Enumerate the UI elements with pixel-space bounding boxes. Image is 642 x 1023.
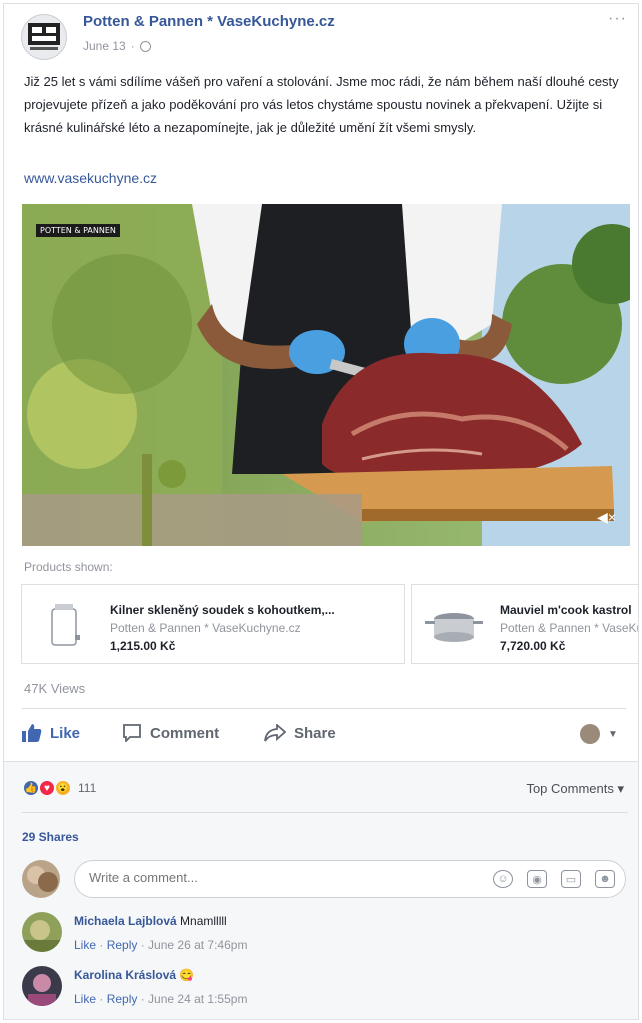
comment-time[interactable]: June 26 at 7:46pm [148, 938, 247, 952]
speaker-muted-icon[interactable]: ◀× [597, 509, 616, 526]
comment-like-link[interactable]: Like [74, 992, 96, 1006]
avatar [22, 860, 60, 898]
video-badge: POTTEN & PANNEN [36, 224, 120, 237]
comment-meta: Like · Reply · June 24 at 1:55pm [74, 992, 247, 1006]
commenter-name[interactable]: Michaela Lajblová Mnamlllll [74, 914, 227, 928]
comment-text: Mnamlllll [180, 914, 227, 928]
product-price: 7,720.00 Kč [500, 639, 566, 653]
reaction-count: 111 [78, 781, 97, 795]
comment-time[interactable]: June 24 at 1:55pm [148, 992, 247, 1006]
post-text: Již 25 let s vámi sdílíme vášeň pro vaře… [24, 74, 619, 135]
post-date[interactable]: June 13 [83, 39, 126, 53]
video-frame [22, 204, 630, 546]
more-options-icon[interactable]: ··· [608, 10, 627, 28]
meta-sep: · [96, 938, 107, 952]
product-seller: Potten & Pannen * VaseKuchyne.cz [500, 621, 638, 635]
comments-section: 👍 ♥ 😮 111 Top Comments ▾ 29 Shares ☺ ◉ ▭ [4, 761, 638, 1019]
composer-icons: ☺ ◉ ▭ ☻ [493, 870, 615, 888]
page-avatar[interactable] [21, 14, 67, 60]
post-card: Potten & Pannen * VaseKuchyne.cz June 13… [3, 3, 639, 1020]
view-count: 47K Views [24, 681, 86, 696]
chevron-down-icon: ▼ [608, 728, 618, 740]
reaction-summary[interactable]: 👍 ♥ 😮 111 [22, 779, 96, 797]
like-label: Like [50, 724, 81, 742]
comment-icon [123, 724, 141, 742]
comment-meta: Like · Reply · June 26 at 7:46pm [74, 938, 247, 952]
shares-count[interactable]: 29 Shares [22, 830, 79, 844]
meta-sep: · [96, 992, 107, 1006]
like-button[interactable]: Like [22, 724, 80, 742]
jar-icon [34, 595, 94, 655]
comment-reply-link[interactable]: Reply [107, 938, 138, 952]
thumbs-up-icon [22, 724, 42, 742]
meta-dot: · [130, 39, 135, 53]
page-name[interactable]: Potten & Pannen * VaseKuchyne.cz [83, 13, 335, 30]
share-label: Share [294, 724, 336, 742]
meta-sep: · [137, 938, 149, 952]
page-logo-icon [28, 23, 60, 50]
sticker-icon[interactable]: ☻ [595, 870, 615, 888]
top-comments-dropdown[interactable]: Top Comments ▾ [526, 781, 624, 797]
product-price: 1,215.00 Kč [110, 639, 176, 653]
product-name[interactable]: Kilner skleněný soudek s kohoutkem,... [110, 603, 335, 617]
comment-item: Karolina Kráslová 😋 Like · Reply · June … [22, 966, 622, 1014]
post-meta: June 13 · [83, 39, 151, 53]
post-header: Potten & Pannen * VaseKuchyne.cz June 13… [21, 10, 633, 60]
emoji-icon[interactable]: ☺ [493, 870, 513, 888]
comment-button[interactable]: Comment [122, 724, 219, 742]
pot-icon [424, 595, 484, 655]
action-bar: Like Comment Share ▼ [22, 716, 628, 756]
meta-sep: · [137, 992, 149, 1006]
viewer-avatar-icon [580, 724, 600, 744]
avatar[interactable] [22, 966, 62, 1006]
comment-item: Michaela Lajblová Mnamlllll Like · Reply… [22, 912, 622, 960]
divider [22, 708, 626, 709]
divider [22, 812, 628, 813]
comment-composer: ☺ ◉ ▭ ☻ [22, 858, 630, 900]
camera-icon[interactable]: ◉ [527, 870, 547, 888]
product-seller: Potten & Pannen * VaseKuchyne.cz [110, 621, 301, 635]
comment-input-box[interactable]: ☺ ◉ ▭ ☻ [74, 860, 626, 898]
products-label: Products shown: [24, 560, 113, 574]
comment-input[interactable] [89, 870, 449, 885]
reaction-selector[interactable]: ▼ [580, 724, 618, 744]
share-button[interactable]: Share [264, 724, 336, 742]
comment-reply-link[interactable]: Reply [107, 992, 138, 1006]
product-card[interactable]: Kilner skleněný soudek s kohoutkem,... P… [21, 584, 405, 664]
yum-emoji-icon: 😋 [179, 968, 195, 982]
product-name[interactable]: Mauviel m'cook kastrol [500, 603, 632, 617]
commenter-name[interactable]: Karolina Kráslová 😋 [74, 968, 194, 982]
gif-icon[interactable]: ▭ [561, 870, 581, 888]
video-player[interactable]: POTTEN & PANNEN ◀× [22, 204, 630, 546]
comment-like-link[interactable]: Like [74, 938, 96, 952]
avatar[interactable] [22, 912, 62, 952]
comment-label: Comment [150, 724, 220, 742]
wow-reaction-icon: 😮 [54, 779, 72, 797]
post-link[interactable]: www.vasekuchyne.cz [24, 170, 157, 186]
product-card[interactable]: Mauviel m'cook kastrol Potten & Pannen *… [411, 584, 638, 664]
globe-icon [139, 40, 151, 52]
share-icon [264, 724, 286, 742]
